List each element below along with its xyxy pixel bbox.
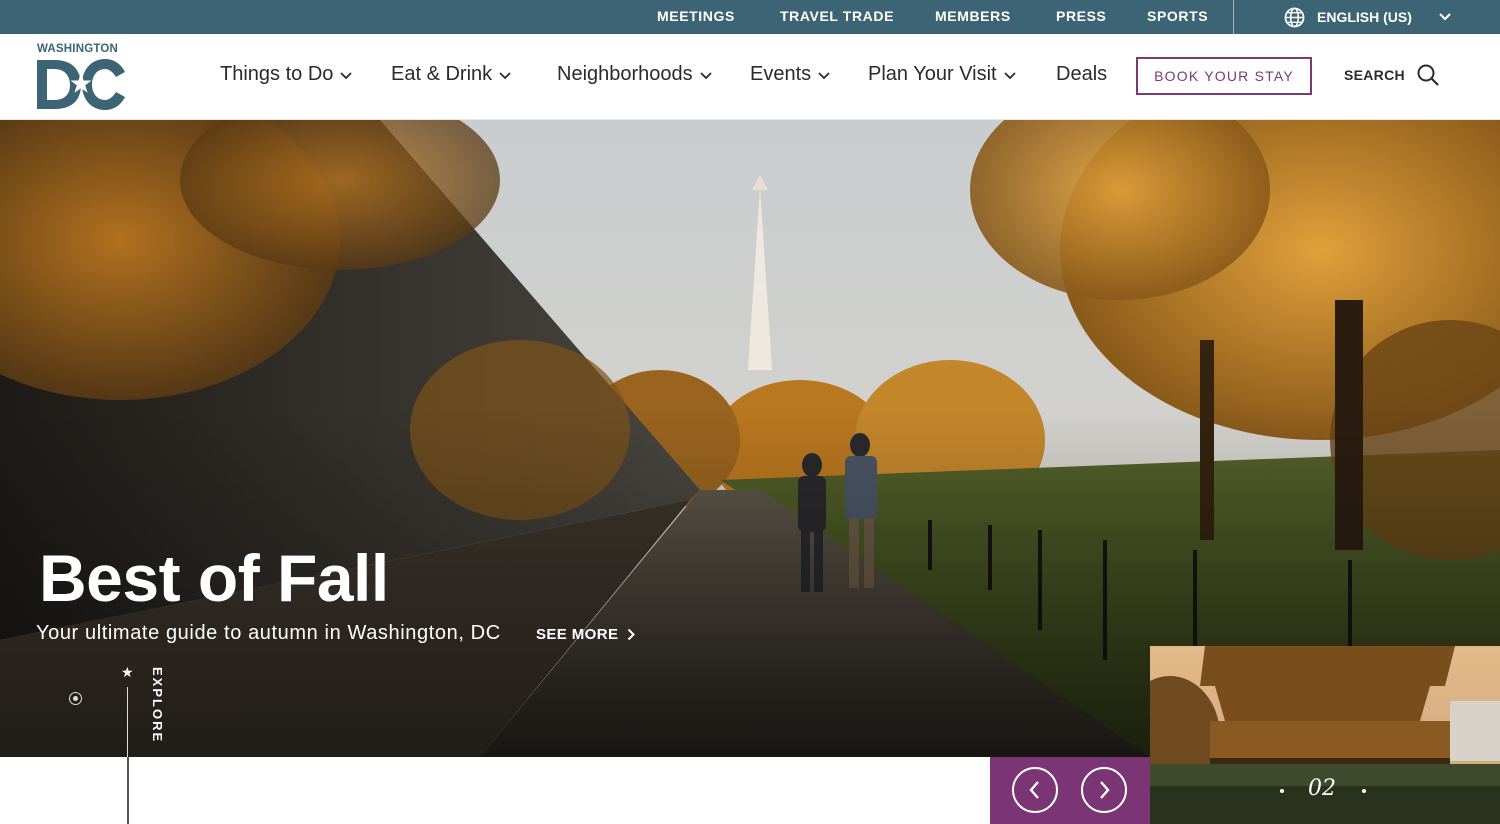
utility-bar: MEETINGS TRAVEL TRADE MEMBERS PRESS SPOR… — [0, 0, 1500, 34]
explore-line — [127, 687, 128, 757]
nav-label: Deals — [1056, 63, 1108, 85]
chevron-down-icon — [818, 71, 830, 79]
nav-label: Things to Do — [220, 63, 334, 85]
book-your-stay-button[interactable]: BOOK YOUR STAY — [1136, 57, 1312, 95]
hero-title: Best of Fall — [39, 541, 389, 615]
chevron-left-icon — [1029, 781, 1039, 799]
utility-link-members[interactable]: MEMBERS — [935, 8, 1011, 24]
hero-subtitle: Your ultimate guide to autumn in Washing… — [36, 622, 501, 644]
nav-neighborhoods[interactable]: Neighborhoods — [557, 63, 712, 86]
utility-link-travel-trade[interactable]: TRAVEL TRADE — [780, 8, 894, 24]
star-icon: ★ — [121, 664, 134, 680]
nav-plan-your-visit[interactable]: Plan Your Visit — [868, 63, 1016, 86]
carousel-controls — [990, 757, 1150, 824]
nav-label: Plan Your Visit — [868, 63, 997, 85]
slide-dot — [1362, 789, 1366, 793]
search-button[interactable]: SEARCH — [1344, 63, 1440, 87]
chevron-down-icon — [1003, 71, 1016, 79]
nav-things-to-do[interactable]: Things to Do — [220, 63, 353, 86]
nav-label: Neighborhoods — [557, 63, 693, 85]
explore-link[interactable]: EXPLORE — [150, 667, 165, 743]
slide-dot — [1280, 789, 1284, 793]
carousel-next-button[interactable] — [1081, 767, 1127, 813]
slide-counter: 02 — [1308, 776, 1336, 801]
logo-washington-text: WASHINGTON — [37, 43, 119, 55]
nav-deals[interactable]: Deals — [1056, 63, 1107, 86]
nav-eat-and-drink[interactable]: Eat & Drink — [391, 63, 511, 86]
utility-link-sports[interactable]: SPORTS — [1147, 8, 1208, 24]
target-dot-icon — [69, 692, 82, 705]
language-label: ENGLISH (US) — [1317, 9, 1412, 25]
explore-line-bottom — [127, 757, 129, 824]
see-more-label: SEE MORE — [536, 626, 619, 643]
carousel-prev-button[interactable] — [1012, 767, 1058, 813]
washington-dc-logo[interactable]: WASHINGTON — [37, 43, 129, 110]
search-label: SEARCH — [1344, 67, 1405, 83]
language-selector[interactable]: ENGLISH (US) — [1284, 0, 1451, 34]
search-icon — [1417, 64, 1439, 86]
chevron-down-icon — [499, 71, 511, 79]
utility-divider — [1233, 0, 1234, 34]
chevron-right-icon — [1100, 781, 1110, 799]
globe-icon — [1284, 7, 1305, 27]
nav-label: Events — [750, 63, 812, 85]
nav-events[interactable]: Events — [750, 63, 830, 86]
main-navigation: WASHINGTON Things to Do Eat & Drink Neig… — [0, 34, 1500, 120]
dc-logo-mark — [37, 59, 125, 110]
chevron-down-icon — [700, 71, 712, 79]
utility-link-press[interactable]: PRESS — [1056, 8, 1106, 24]
chevron-down-icon — [1439, 13, 1451, 21]
utility-link-meetings[interactable]: MEETINGS — [657, 8, 735, 24]
chevron-down-icon — [340, 71, 353, 79]
nav-label: Eat & Drink — [391, 63, 493, 85]
chevron-right-icon — [628, 628, 636, 641]
see-more-link[interactable]: SEE MORE — [536, 626, 636, 643]
